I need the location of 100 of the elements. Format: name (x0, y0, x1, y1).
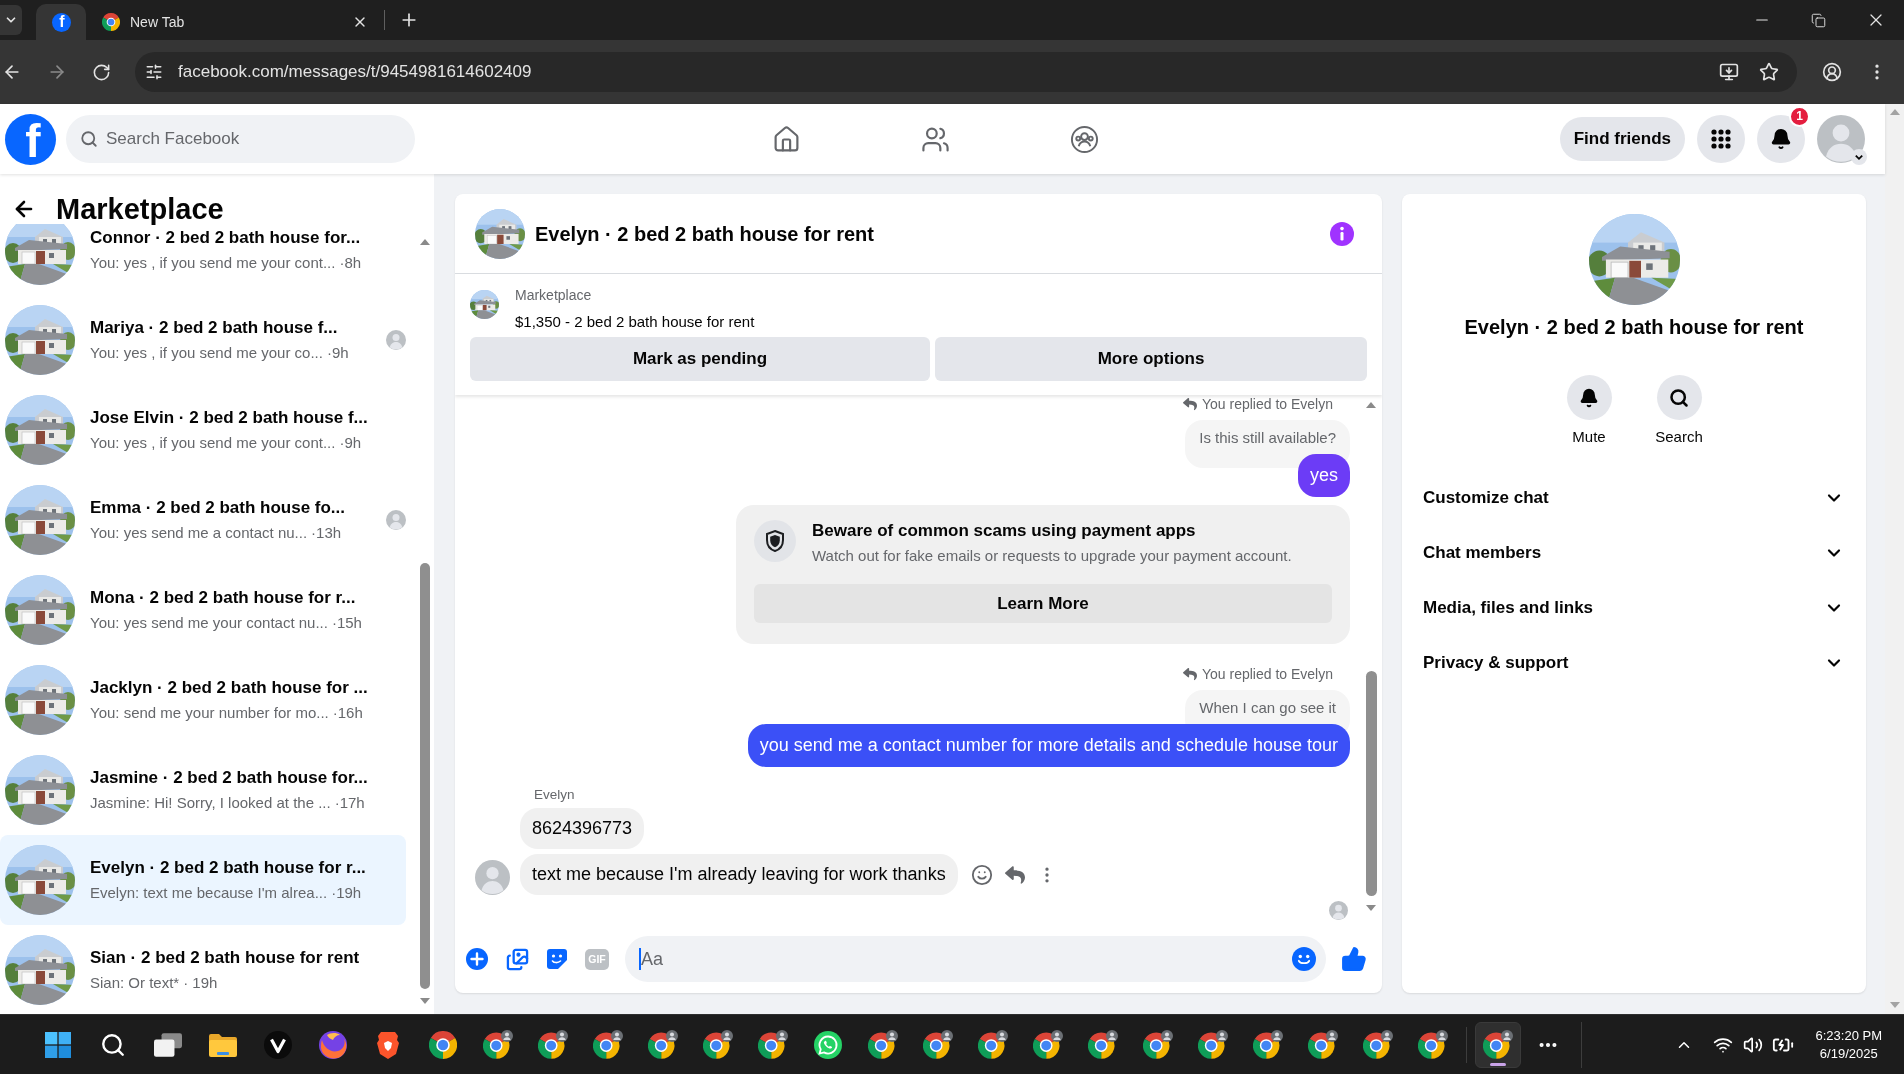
volume-icon[interactable] (1742, 1034, 1763, 1055)
user-circle-icon[interactable] (1822, 62, 1842, 82)
reply-arrow-icon (1182, 667, 1197, 681)
conversation-item[interactable]: Mona · 2 bed 2 bath house for r... You: yes send me your contact nu... ·15h (0, 565, 406, 655)
browser-profile-icon[interactable] (1032, 1029, 1063, 1060)
browser-profile-icon[interactable] (1417, 1029, 1448, 1060)
search-icon[interactable] (99, 1031, 126, 1058)
section-toggle[interactable]: Customize chat (1410, 470, 1858, 525)
star-icon[interactable] (1759, 62, 1779, 82)
conversation-item[interactable]: Jacklyn · 2 bed 2 bath house for ... You: send me your number for mo... ·16h (0, 655, 406, 745)
restore-icon[interactable] (1811, 12, 1826, 28)
action-label: Search (1655, 428, 1703, 446)
browser-profile-icon[interactable] (1307, 1029, 1338, 1060)
browser-profile-icon[interactable] (1362, 1029, 1393, 1060)
phone-chat-icon[interactable] (813, 1030, 842, 1059)
quoted-message: Is this still available? (1185, 420, 1350, 468)
reply-icon[interactable] (1004, 864, 1025, 885)
photos-icon[interactable] (505, 947, 529, 971)
learn-more-button[interactable]: Learn More (754, 584, 1332, 623)
message-preview: You: yes , if you send me your co... (90, 343, 323, 363)
conversation-item[interactable]: Evelyn · 2 bed 2 bath house for r... Evelyn: text me because I'm alrea... ·19h (0, 835, 406, 925)
message-input[interactable]: Aa (625, 936, 1326, 982)
browser-profile-icon[interactable] (647, 1029, 678, 1060)
browser-icon[interactable] (428, 1030, 457, 1059)
seen-avatar (1329, 901, 1348, 920)
listing-text: $1,350 - 2 bed 2 bath house for rent (515, 312, 755, 332)
scroll-down-arrow-icon[interactable] (420, 998, 430, 1004)
conversation-item[interactable]: Emma · 2 bed 2 bath house fo... You: yes send me a contact nu... ·13h (0, 475, 406, 565)
section-toggle[interactable]: Privacy & support (1410, 635, 1858, 690)
listing-action-button[interactable]: Mark as pending (470, 337, 930, 381)
browser-profile-icon[interactable] (702, 1029, 733, 1060)
house-photo (5, 224, 75, 285)
conversation-item[interactable]: Connor · 2 bed 2 bath house for... You: yes , if you send me your cont... ·8h (0, 224, 406, 295)
monitor-download-icon[interactable] (1719, 62, 1739, 82)
clock-date[interactable]: 6/19/2025 (1819, 1044, 1878, 1063)
emoji-icon[interactable] (1292, 947, 1316, 971)
browser-profile-icon[interactable] (1087, 1029, 1118, 1060)
browser-profile-icon[interactable] (592, 1029, 623, 1060)
folder-icon[interactable] (208, 1032, 237, 1057)
mute-button[interactable] (1566, 375, 1612, 420)
reload-icon[interactable] (92, 62, 111, 82)
shield-icon (754, 520, 796, 562)
sticker-icon[interactable] (546, 948, 568, 970)
browser-profile-icon[interactable] (1252, 1029, 1283, 1060)
like-icon[interactable] (1341, 946, 1367, 972)
conversation-item[interactable]: Jose Elvin · 2 bed 2 bath house f... You: yes , if you send me your cont... ·9h (0, 385, 406, 475)
message-time: · 19h (183, 973, 218, 993)
scroll-up-arrow-icon[interactable] (420, 239, 430, 245)
reply-note: You replied to Evelyn (1201, 396, 1333, 412)
tab-list-button[interactable] (0, 5, 22, 35)
section-toggle[interactable]: Chat members (1410, 525, 1858, 580)
browser-profile-icon[interactable] (867, 1029, 898, 1060)
message-preview: Sian: Or text* (90, 973, 180, 993)
conversation-title: Mariya · 2 bed 2 bath house f... (90, 317, 339, 339)
task-view-icon[interactable] (153, 1032, 182, 1057)
home-icon[interactable] (772, 124, 801, 154)
sliders-icon[interactable] (145, 63, 163, 81)
scroll-thumb[interactable] (1365, 671, 1377, 896)
conversation-item[interactable]: Jasmine · 2 bed 2 bath house for... Jasmine: Hi! Sorry, I looked at the ... ·17h (0, 745, 406, 835)
search-button[interactable] (1656, 375, 1702, 420)
browser-profile-icon[interactable] (1142, 1029, 1173, 1060)
warning-text: Watch out for fake emails or requests to upgrade your payment account. (812, 546, 1292, 566)
message-preview: Evelyn: text me because I'm alrea... (90, 883, 328, 903)
find-friends-button[interactable]: Find friends (1559, 117, 1685, 161)
section-toggle[interactable]: Media, files and links (1410, 580, 1858, 635)
browser-profile-icon[interactable] (1197, 1029, 1228, 1060)
conversation-item[interactable]: Mariya · 2 bed 2 bath house f... You: yes , if you send me your co... ·9h (0, 295, 406, 385)
info-icon[interactable] (1330, 221, 1354, 246)
conversation-item[interactable]: Sian · 2 bed 2 bath house for rent Sian: Or text* · 19h (0, 925, 406, 1014)
browser-profile-icon[interactable] (1483, 1029, 1513, 1060)
start-icon[interactable] (44, 1031, 71, 1058)
address-bar[interactable]: facebook.com/messages/t/9454981614602409 (135, 52, 1797, 92)
message-time: ·17h (334, 793, 365, 813)
scroll-down-arrow-icon[interactable] (1366, 905, 1376, 911)
account-caret-icon[interactable] (1851, 149, 1867, 165)
v-logo-icon[interactable] (263, 1030, 292, 1059)
clock-time[interactable]: 6:23:20 PM (1815, 1026, 1882, 1045)
message-time: ·8h (339, 253, 362, 273)
menu-button[interactable] (1697, 115, 1745, 163)
browser-tab[interactable]: f (36, 4, 86, 40)
fire-globe-icon[interactable] (318, 1030, 347, 1059)
browser-profile-icon[interactable] (757, 1029, 788, 1060)
search-field[interactable]: Search Facebook (66, 115, 415, 163)
groups-icon[interactable] (1070, 124, 1099, 154)
browser-profile-icon[interactable] (977, 1029, 1008, 1060)
browser-profile-icon[interactable] (482, 1029, 513, 1060)
message-time: ·15h (331, 613, 362, 633)
browser-tab[interactable]: New Tab (90, 4, 378, 40)
site-logo[interactable]: f (5, 113, 56, 165)
shield-logo-icon[interactable] (375, 1030, 400, 1059)
add-icon[interactable] (466, 948, 488, 970)
scroll-thumb[interactable] (420, 563, 430, 989)
browser-profile-icon[interactable] (537, 1029, 568, 1060)
react-emoji-icon[interactable] (970, 863, 993, 886)
listing-action-button[interactable]: More options (935, 337, 1367, 381)
notification-badge: 1 (1789, 106, 1810, 127)
browser-profile-icon[interactable] (922, 1029, 953, 1060)
message-preview: Jasmine: Hi! Sorry, I looked at the ... (90, 793, 331, 813)
scroll-up-arrow-icon[interactable] (1366, 402, 1376, 408)
conversation-title: Sian · 2 bed 2 bath house for rent (90, 947, 361, 969)
